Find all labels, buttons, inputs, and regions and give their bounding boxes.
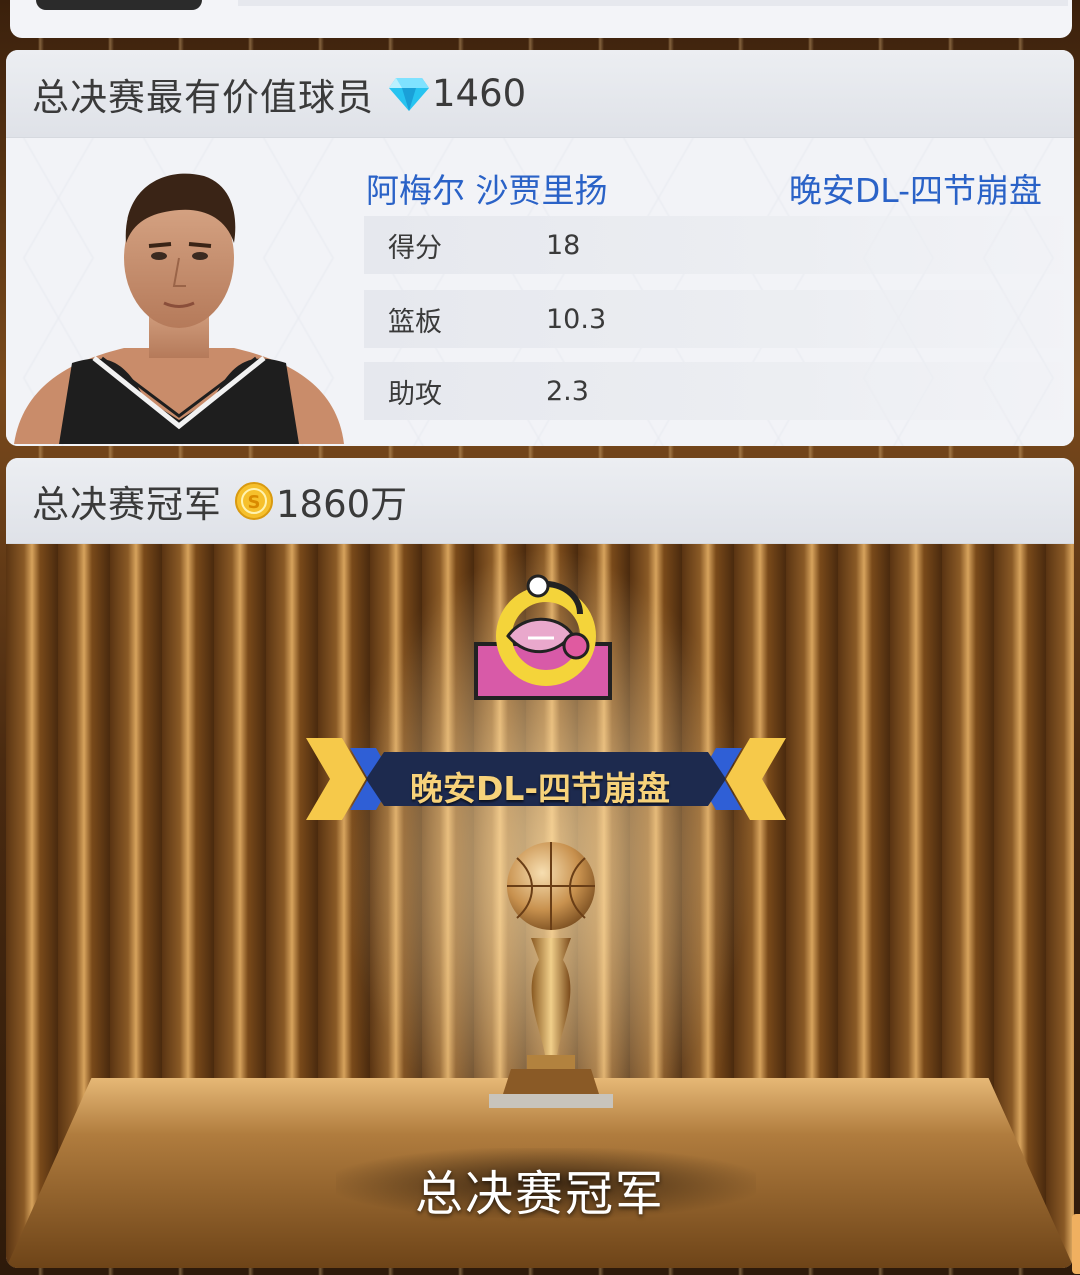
stat-value: 2.3 xyxy=(546,375,589,407)
stat-label: 得分 xyxy=(388,232,442,264)
scrollbar-thumb[interactable] xyxy=(1072,1214,1080,1274)
player-name-link[interactable]: 阿梅尔 沙贾里扬 xyxy=(366,164,608,212)
stat-row-fragment xyxy=(238,0,1068,6)
stat-label: 篮板 xyxy=(388,306,442,338)
champion-caption: 总决赛冠军 xyxy=(414,1166,665,1222)
trophy-icon xyxy=(489,842,613,1108)
mvp-card-body: 阿梅尔 沙贾里扬 晚安DL-四节崩盘 得分 18 篮板 10.3 助攻 2.3 xyxy=(6,138,1074,446)
team-name-link[interactable]: 晚安DL-四节崩盘 xyxy=(789,164,1042,212)
mvp-reward-value: 1460 xyxy=(432,72,527,115)
team-logo[interactable] xyxy=(468,574,618,704)
finals-mvp-card: 总决赛最有价值球员 1460 阿梅尔 沙贾里扬 晚安DL-四节崩盘 得分 18 … xyxy=(6,50,1074,446)
svg-text:S: S xyxy=(248,492,261,513)
player-avatar[interactable] xyxy=(14,158,344,444)
finals-champion-card: 总决赛冠军 S 1860万 晚安DL-四节崩盘 总决赛冠军 xyxy=(6,458,1074,1268)
stat-row-rebounds: 篮板 10.3 xyxy=(364,290,1064,348)
stat-row-assists: 助攻 2.3 xyxy=(364,362,1064,420)
champion-stage: 晚安DL-四节崩盘 总决赛冠军 xyxy=(6,544,1074,1268)
champion-team-name: 晚安DL-四节崩盘 xyxy=(409,769,671,808)
stat-value: 18 xyxy=(546,229,581,261)
mvp-title: 总决赛最有价值球员 xyxy=(32,75,374,119)
avatar-fragment xyxy=(36,0,202,10)
stat-label: 助攻 xyxy=(388,378,442,410)
coin-icon: S xyxy=(234,481,274,521)
stat-row-points: 得分 18 xyxy=(364,216,1064,274)
mvp-card-header: 总决赛最有价值球员 1460 xyxy=(6,50,1074,138)
champion-card-header: 总决赛冠军 S 1860万 xyxy=(6,458,1074,544)
champion-title: 总决赛冠军 xyxy=(32,482,222,526)
champion-reward-value: 1860万 xyxy=(276,482,408,526)
stat-value: 10.3 xyxy=(546,303,607,335)
diamond-icon xyxy=(388,76,430,112)
previous-card-fragment xyxy=(10,0,1072,38)
